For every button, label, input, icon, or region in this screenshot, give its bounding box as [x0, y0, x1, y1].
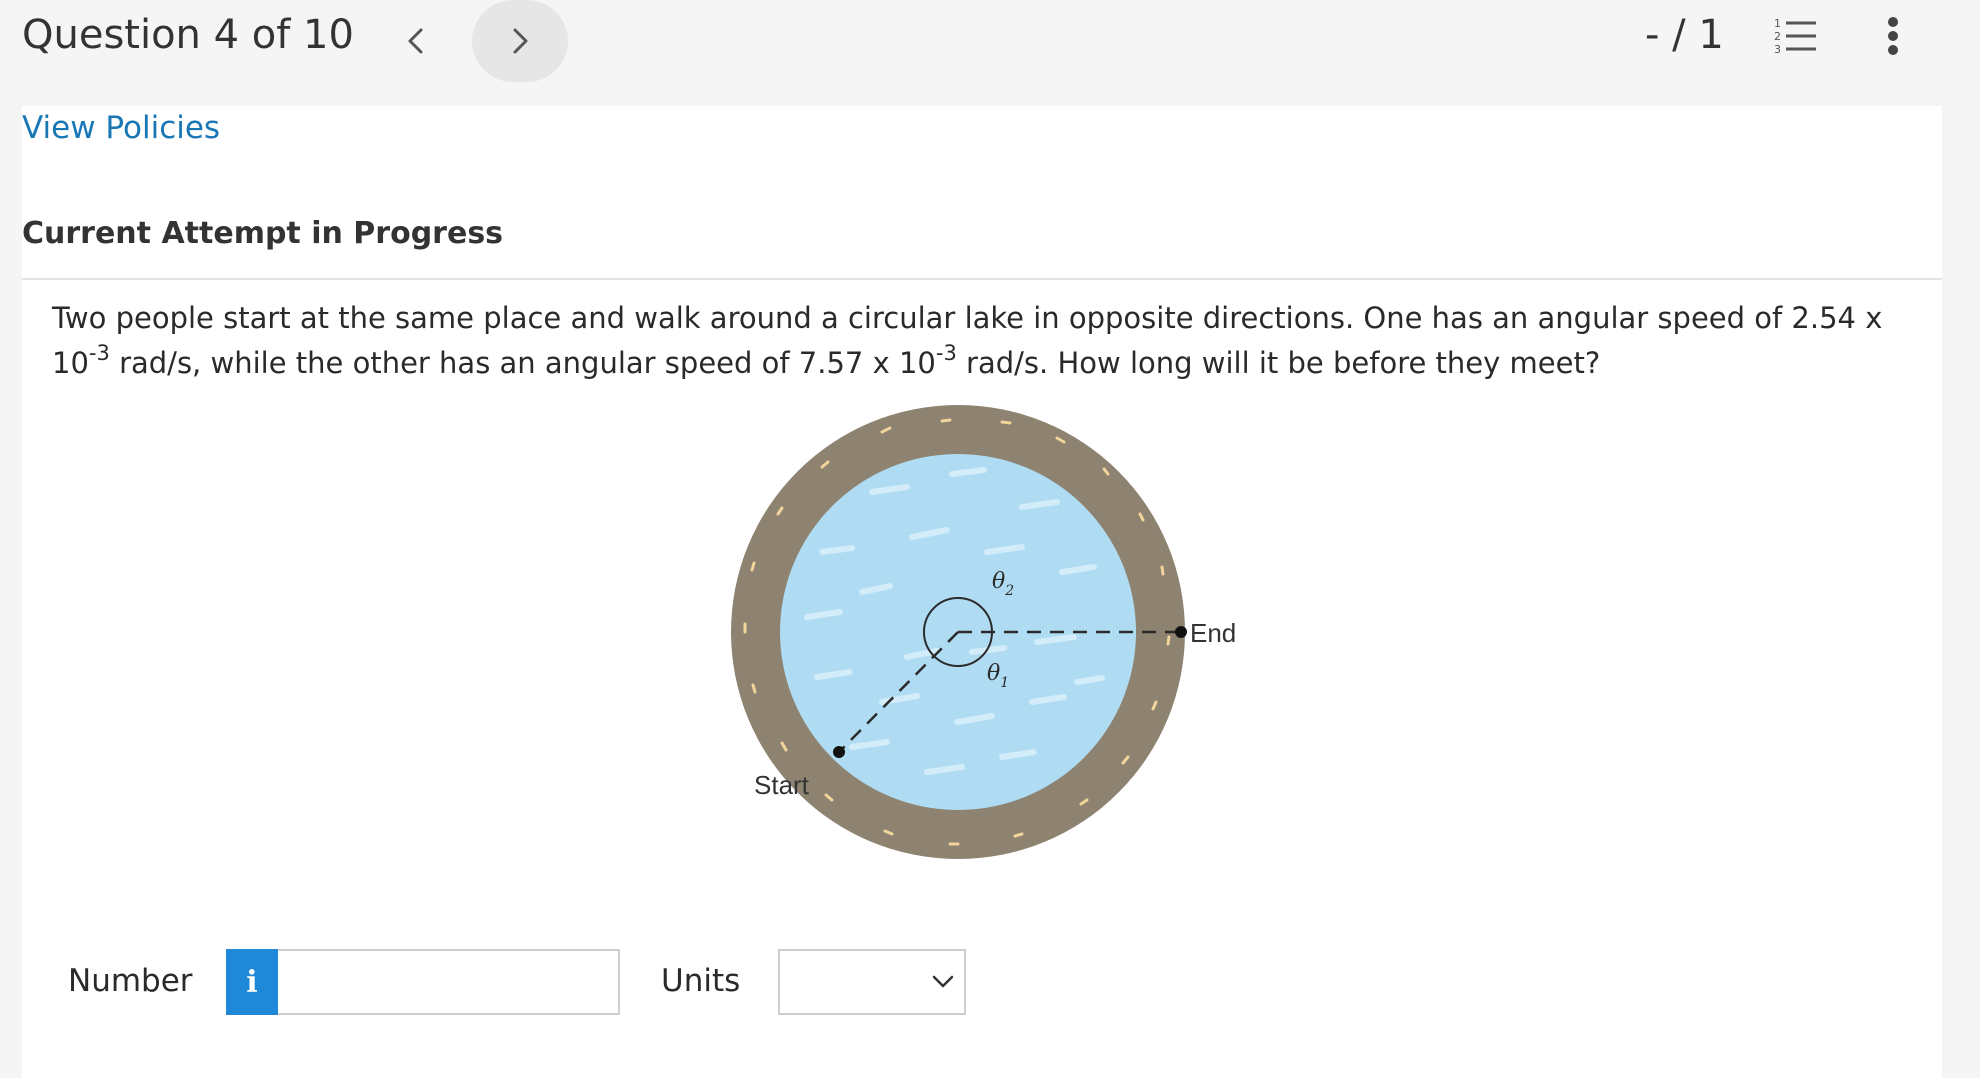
number-input[interactable]: [278, 949, 620, 1015]
info-icon: i: [246, 964, 258, 1000]
question-counter: Question 4 of 10: [22, 12, 354, 58]
units-dropdown[interactable]: [778, 949, 966, 1015]
theta-symbol: θ: [992, 569, 1005, 594]
lake-diagram: θ2 θ1 End Start: [731, 405, 1236, 859]
score-display: - / 1: [1645, 12, 1724, 58]
exponent: -3: [935, 341, 957, 365]
svg-text:2: 2: [1774, 30, 1781, 43]
more-options-button[interactable]: [1873, 10, 1913, 66]
question-text-part: rad/s, while the other has an angular sp…: [109, 346, 936, 380]
svg-text:3: 3: [1774, 43, 1781, 56]
chevron-right-icon: [513, 28, 528, 54]
svg-text:1: 1: [1774, 17, 1781, 30]
question-text: Two people start at the same place and w…: [52, 296, 1912, 386]
answer-row: Number i Units: [22, 949, 1022, 1019]
question-panel: View Policies Current Attempt in Progres…: [22, 106, 1942, 1078]
previous-question-button[interactable]: [368, 0, 464, 82]
theta-symbol: θ: [987, 661, 1000, 686]
view-policies-link[interactable]: View Policies: [22, 106, 220, 150]
end-point: [1175, 626, 1187, 638]
divider: [22, 278, 1942, 280]
units-label: Units: [661, 963, 741, 999]
info-button[interactable]: i: [226, 949, 278, 1015]
top-bar: Question 4 of 10 - / 1 1 2 3: [0, 0, 1980, 106]
chevron-down-icon: [932, 975, 954, 988]
circular-lake-figure: θ2 θ1 End Start: [722, 402, 1262, 914]
start-label: Start: [754, 770, 810, 800]
more-vertical-icon: [1888, 17, 1898, 55]
theta-subscript: 1: [1000, 675, 1009, 691]
question-list-button[interactable]: 1 2 3: [1770, 10, 1826, 60]
chevron-left-icon: [408, 28, 423, 54]
exponent: -3: [88, 341, 110, 365]
number-label: Number: [68, 963, 193, 999]
numbered-list-icon: 1 2 3: [1774, 17, 1816, 56]
attempt-heading: Current Attempt in Progress: [22, 216, 504, 251]
start-point: [833, 746, 845, 758]
theta-subscript: 2: [1004, 583, 1014, 599]
next-question-button[interactable]: [472, 0, 568, 82]
end-label: End: [1190, 618, 1236, 648]
question-text-part: rad/s. How long will it be before they m…: [956, 346, 1601, 380]
